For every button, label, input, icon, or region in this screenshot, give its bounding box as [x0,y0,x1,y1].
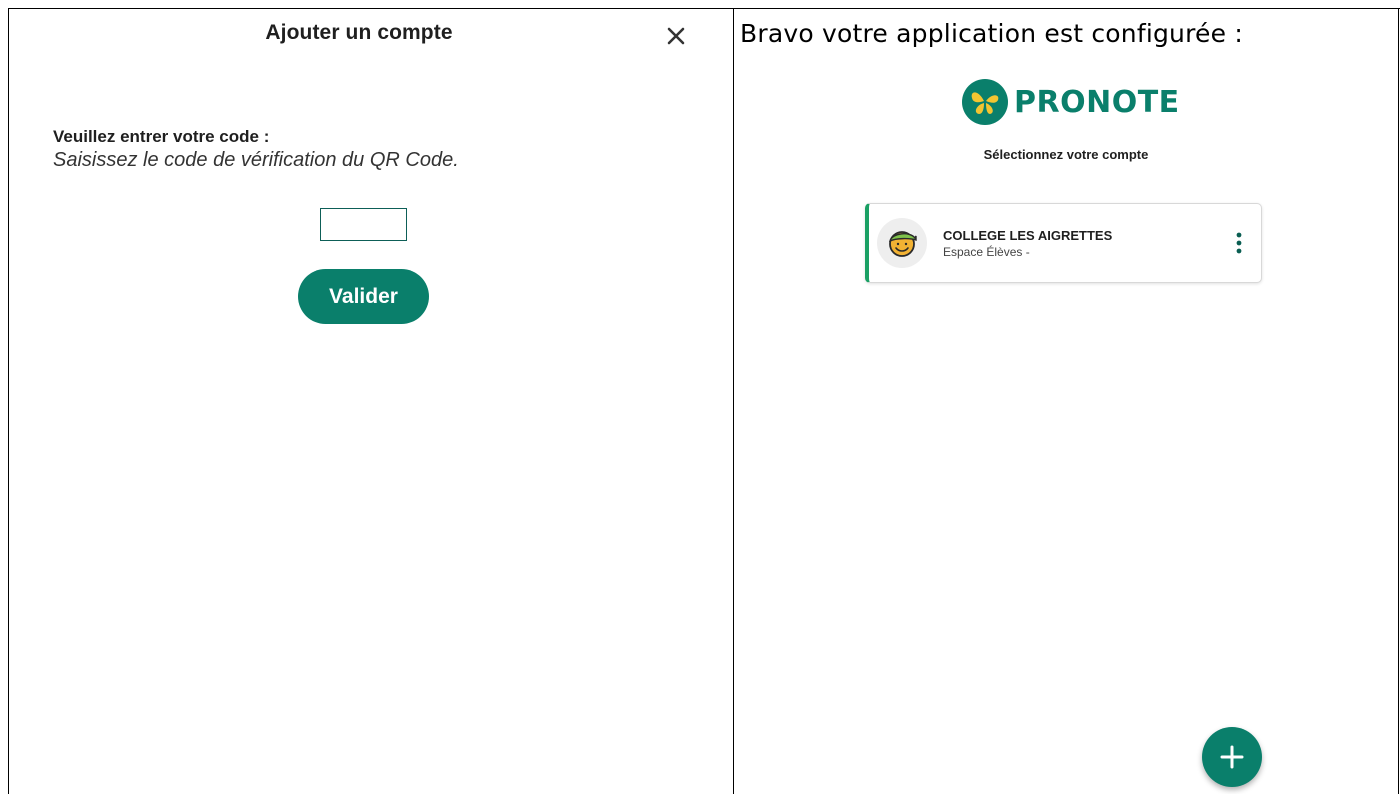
avatar [877,218,927,268]
space-label: Espace Élèves - [943,245,1030,259]
validate-button[interactable]: Valider [298,269,429,324]
success-heading: Bravo votre application est configurée : [740,19,1243,48]
add-account-screen: Ajouter un compte Veuillez entrer votre … [9,9,733,794]
plus-icon [1220,745,1244,769]
code-hint: Saisissez le code de vérification du QR … [53,149,459,171]
logo-text: PRONOTE [1014,84,1180,120]
account-selection-screen: Bravo votre application est configurée :… [734,9,1398,794]
frame-right-edge [1398,8,1399,794]
close-icon[interactable] [661,21,691,51]
dialog-title: Ajouter un compte [265,21,453,44]
school-name: COLLEGE LES AIGRETTES [943,228,1113,243]
add-account-button[interactable] [1202,727,1262,787]
student-avatar-icon [888,231,917,257]
select-account-label: Sélectionnez votre compte [983,147,1149,162]
account-card[interactable]: COLLEGE LES AIGRETTES Espace Élèves - [865,203,1262,283]
butterfly-icon [962,79,1008,125]
code-prompt: Veuillez entrer votre code : [53,127,270,146]
more-vertical-icon[interactable] [1231,231,1247,255]
verification-code-input[interactable] [320,208,407,241]
pronote-logo: PRONOTE [962,79,1180,125]
